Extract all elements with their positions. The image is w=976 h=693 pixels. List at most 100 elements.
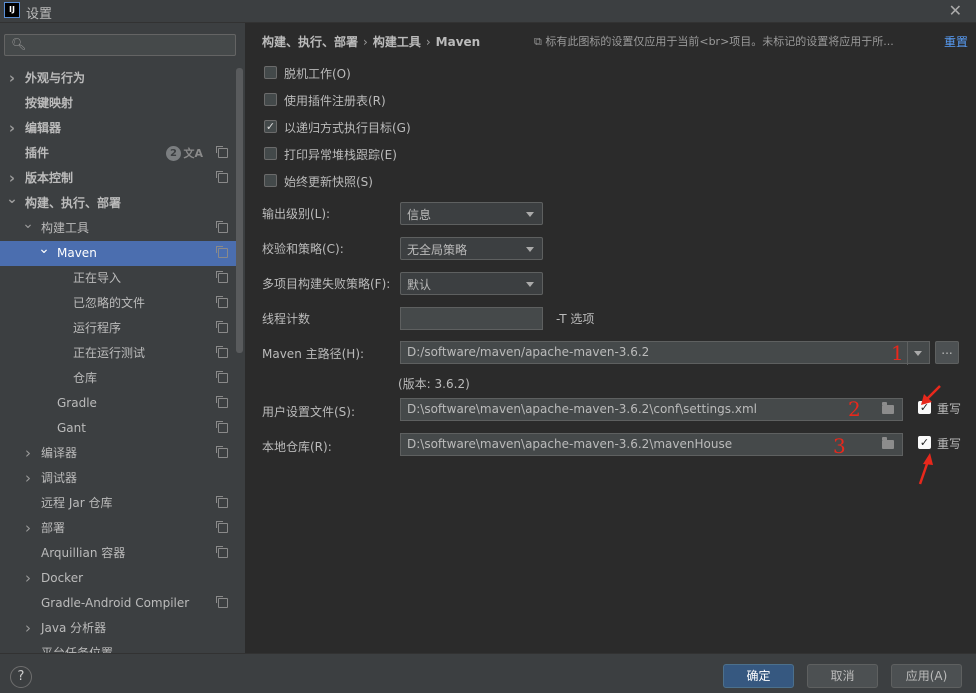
help-button[interactable]: ?: [10, 666, 32, 688]
maven-home-label: Maven 主路径(H):: [262, 347, 365, 361]
annotation-number-3: 3: [833, 434, 846, 458]
maven-home-combo[interactable]: D:/software/maven/apache-maven-3.6.2: [400, 341, 930, 365]
checkbox-box[interactable]: [264, 147, 277, 160]
apply-button[interactable]: 应用(A): [891, 664, 962, 688]
select-value: 无全局策略: [407, 243, 468, 257]
chevron-right-icon[interactable]: ›: [22, 516, 34, 541]
sidebar-item[interactable]: › 编辑器: [0, 116, 236, 141]
sidebar-item[interactable]: Gradle-Android Compiler: [0, 591, 236, 616]
chevron-right-icon[interactable]: ›: [6, 66, 18, 91]
checkbox-label: 重写: [937, 437, 962, 451]
sidebar-item[interactable]: ⌄ Maven: [0, 241, 236, 266]
sidebar-item[interactable]: › Java 分析器: [0, 616, 236, 641]
maven-home-value: D:/software/maven/apache-maven-3.6.2: [407, 345, 650, 359]
reset-link[interactable]: 重置: [944, 33, 968, 50]
chevron-down-icon[interactable]: ⌄: [22, 212, 34, 237]
checkbox-box[interactable]: ✓: [918, 436, 931, 449]
project-scope-icon: [216, 546, 228, 558]
sidebar-item-label: 部署: [41, 521, 66, 535]
local-repo-label: 本地仓库(R):: [262, 440, 332, 454]
project-scope-icon: [216, 171, 228, 183]
sidebar-item-label: Maven: [57, 246, 97, 260]
sidebar-item[interactable]: 插件 2 文A: [0, 141, 236, 166]
close-icon[interactable]: ✕: [949, 1, 962, 20]
ok-button[interactable]: 确定: [723, 664, 794, 688]
user-settings-value: D:\software\maven\apache-maven-3.6.2\con…: [407, 402, 757, 416]
thread-count-label: 线程计数: [262, 312, 311, 326]
sidebar-item-label: 编辑器: [25, 121, 62, 135]
project-scope-icon: [216, 271, 228, 283]
chevron-down-icon[interactable]: ⌄: [38, 237, 50, 262]
search-input[interactable]: [27, 37, 231, 55]
multiproject-failure-select[interactable]: 默认: [400, 272, 543, 295]
update-count-badge: 2: [166, 146, 181, 161]
sidebar-item[interactable]: 正在运行测试: [0, 341, 236, 366]
sidebar-item[interactable]: Arquillian 容器: [0, 541, 236, 566]
project-scope-icon: [216, 321, 228, 333]
sidebar-item-label: 调试器: [41, 471, 78, 485]
window-title: 设置: [26, 7, 53, 22]
sidebar-item[interactable]: 正在导入: [0, 266, 236, 291]
sidebar-item-label: 构建、执行、部署: [25, 196, 122, 210]
browse-button[interactable]: ...: [935, 341, 959, 364]
translate-icon: 文A: [183, 147, 203, 160]
search-icon: 🔍︎: [11, 37, 27, 51]
folder-icon[interactable]: [882, 437, 894, 449]
chevron-right-icon[interactable]: ›: [22, 441, 34, 466]
chevron-right-icon[interactable]: ›: [22, 566, 34, 591]
chevron-down-icon: [526, 282, 534, 287]
sidebar-item-label: 按键映射: [25, 96, 74, 110]
sidebar-item[interactable]: 远程 Jar 仓库: [0, 491, 236, 516]
sidebar-item[interactable]: › Docker: [0, 566, 236, 591]
sidebar-item[interactable]: Gant: [0, 416, 236, 441]
sidebar-item[interactable]: 仓库: [0, 366, 236, 391]
output-level-select[interactable]: 信息: [400, 202, 543, 225]
sidebar-item-label: 已忽略的文件: [73, 296, 146, 310]
chevron-right-icon[interactable]: ›: [6, 116, 18, 141]
folder-icon[interactable]: [882, 402, 894, 414]
sidebar-item[interactable]: 已忽略的文件: [0, 291, 236, 316]
sidebar-item[interactable]: 运行程序: [0, 316, 236, 341]
project-scope-icon: [216, 371, 228, 383]
cancel-button[interactable]: 取消: [807, 664, 878, 688]
chevron-right-icon[interactable]: ›: [22, 616, 34, 641]
sidebar-item[interactable]: Gradle: [0, 391, 236, 416]
output-level-label: 输出级别(L):: [262, 207, 331, 221]
breadcrumb-item: 构建工具: [372, 35, 421, 49]
checksum-policy-label: 校验和策略(C):: [262, 242, 344, 256]
checkbox-box[interactable]: [264, 93, 277, 106]
project-scope-icon: [216, 421, 228, 433]
breadcrumb-item: Maven: [435, 35, 481, 49]
breadcrumb-separator: ›: [363, 35, 368, 49]
search-box[interactable]: 🔍︎: [4, 34, 236, 56]
project-scope-icon: [216, 596, 228, 608]
annotation-arrow-icon: [918, 453, 933, 485]
thread-count-input[interactable]: [400, 307, 543, 330]
sidebar-item[interactable]: ⌄ 构建、执行、部署: [0, 191, 236, 216]
user-settings-field[interactable]: D:\software\maven\apache-maven-3.6.2\con…: [400, 398, 903, 421]
chevron-down-icon[interactable]: [907, 342, 929, 365]
sidebar-item[interactable]: › 调试器: [0, 466, 236, 491]
checkbox-box[interactable]: [264, 66, 277, 79]
sidebar-item[interactable]: › 版本控制: [0, 166, 236, 191]
chevron-down-icon[interactable]: ⌄: [6, 187, 18, 212]
sidebar-item-label: Gradle: [57, 396, 97, 410]
checkbox-box[interactable]: ✓: [264, 120, 277, 133]
annotation-number-2: 2: [848, 397, 861, 421]
user-settings-label: 用户设置文件(S):: [262, 405, 356, 419]
sidebar-item[interactable]: › 外观与行为: [0, 66, 236, 91]
project-scope-icon: [216, 446, 228, 458]
sidebar-item[interactable]: › 编译器: [0, 441, 236, 466]
project-scope-icon: [216, 346, 228, 358]
checksum-policy-select[interactable]: 无全局策略: [400, 237, 543, 260]
breadcrumb-item: 构建、执行、部署: [262, 35, 359, 49]
sidebar-scrollbar[interactable]: [236, 68, 243, 353]
checkbox-box[interactable]: [264, 174, 277, 187]
local-repo-field[interactable]: D:\software\maven\apache-maven-3.6.2\mav…: [400, 433, 903, 456]
sidebar-item[interactable]: 平台任务位置: [0, 641, 236, 653]
sidebar-item-label: 平台任务位置: [41, 646, 114, 653]
chevron-right-icon[interactable]: ›: [22, 466, 34, 491]
sidebar-item[interactable]: 按键映射: [0, 91, 236, 116]
sidebar-item[interactable]: › 部署: [0, 516, 236, 541]
sidebar-item[interactable]: ⌄ 构建工具: [0, 216, 236, 241]
